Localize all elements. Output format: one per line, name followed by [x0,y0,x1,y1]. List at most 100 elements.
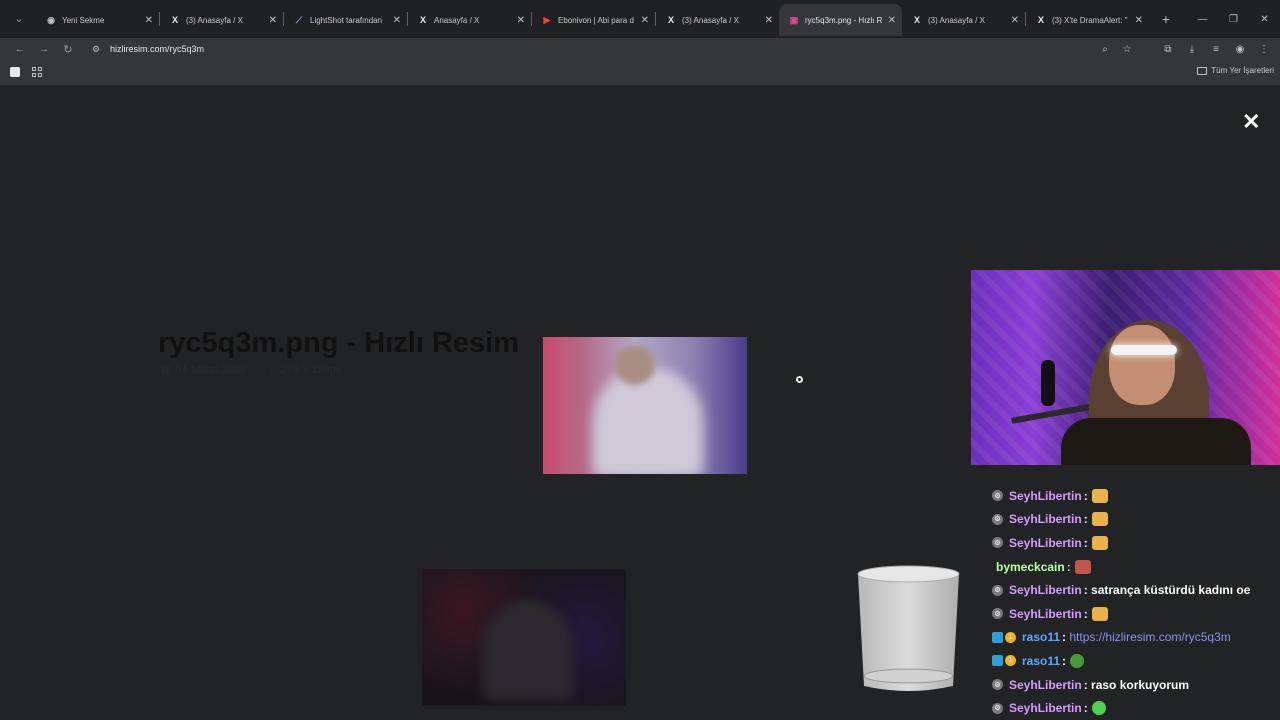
zoom-icon[interactable]: ⌕ [1094,44,1116,55]
browser-tab[interactable]: ▶ Ebonivon | Abi para d ✕ [532,5,655,35]
tab-title: (3) Anasayfa / X [186,15,243,25]
chat-separator: : [1066,559,1071,574]
download-icon[interactable]: ⤓ [1180,44,1204,55]
chat-username: SeyhLibertin [1009,512,1082,527]
browser-tab[interactable]: ▣ ryc5q3m.png - Hızlı R ✕ [779,4,902,36]
new-tab-button[interactable]: + [1155,11,1177,27]
tab-close-icon[interactable]: ✕ [393,15,401,26]
laugh-emote-icon [1091,512,1108,527]
tab-title: (3) Anasayfa / X [682,15,739,25]
tab-close-icon[interactable]: ✕ [1011,15,1019,26]
feather-icon: ⟋ [295,14,303,25]
chat-separator: : [1062,653,1067,668]
laugh-emote-icon [1091,488,1108,503]
tab-close-icon[interactable]: ✕ [641,15,649,26]
tab-close-icon[interactable]: ✕ [765,15,773,26]
blurred-head [615,345,655,385]
tab-title: ryc5q3m.png - Hızlı R [805,15,883,25]
all-bookmarks-button[interactable]: Tüm Yer İşaretleri [1197,66,1274,75]
minimize-icon[interactable]: — [1187,0,1218,38]
media-controls-icon[interactable]: ≡ [1204,44,1228,55]
address-bar[interactable]: ⚙ hizliresim.com/ryc5q3m ⌕ ☆ [86,39,1144,59]
tab-title: (3) Anasayfa / X [928,15,985,25]
image-dimensions: ⌞ 279 × 189px [270,364,342,376]
apps-grid-icon[interactable] [32,67,42,77]
chat-message: ⚙ SeyhLibertin : [992,696,1280,720]
close-window-icon[interactable]: ✕ [1249,0,1280,38]
stream-chat: ⚙ SeyhLibertin : ⚙ SeyhLibertin : ⚙ SeyhLiber… [992,484,1280,720]
image-date: ▦ 04 Nisan 2026 [160,364,247,376]
streamer-face [1109,325,1175,405]
tab-close-icon[interactable]: ✕ [145,15,153,26]
x-icon: X [667,15,674,25]
chat-separator: : [1083,488,1088,503]
tab-close-icon[interactable]: ✕ [517,15,525,26]
mouse-cursor-icon [796,376,803,383]
x-icon: X [1037,15,1044,25]
globe-emote-icon [1070,653,1085,668]
browser-tab[interactable]: X (3) X'te DramaAlert: " ✕ [1026,5,1149,35]
chat-message: ⚙ SeyhLibertin : [992,531,1280,555]
tab-close-icon[interactable]: ✕ [1135,15,1143,26]
laugh-emote-icon [1091,606,1108,621]
bookmark-app-icon[interactable] [10,67,20,77]
tab-title: Yeni Sekme [62,15,105,25]
glass-cup-image [857,565,960,691]
tab-search-button[interactable]: ⌄ [8,8,30,30]
bookmark-star-icon[interactable]: ☆ [1116,44,1138,55]
x-icon: X [419,15,426,25]
back-icon[interactable]: ← [8,43,32,55]
lightbox-close-icon[interactable]: ✕ [1242,109,1260,135]
extensions-icon[interactable]: ⧉ [1156,44,1180,55]
streamer-shirt [1061,418,1251,465]
browser-tab[interactable]: X Anasayfa / X ✕ [408,5,531,35]
browser-tab[interactable]: X (3) Anasayfa / X ✕ [656,5,779,35]
forward-icon[interactable]: → [32,43,56,55]
chat-username: raso11 [1022,630,1061,645]
url-text[interactable]: hizliresim.com/ryc5q3m [110,44,204,54]
chat-username: raso11 [1022,653,1061,668]
dark-thumbnail[interactable] [422,569,626,706]
restore-icon[interactable]: ❐ [1218,0,1249,38]
green-emote-icon [1091,701,1106,716]
x-icon: X [171,15,178,25]
chevron-down-icon: ⌄ [14,13,24,25]
gear-badge-icon: ⚙ [992,537,1003,549]
face-emote-icon [1074,559,1091,574]
dark-figure [483,600,573,700]
chat-separator: : [1083,512,1088,527]
browser-toolbar: ← → ↻ ⚙ hizliresim.com/ryc5q3m ⌕ ☆ ⧉ ⤓ ≡… [0,38,1280,60]
chat-message: ⚙ SeyhLibertin : [992,484,1280,508]
browser-tab[interactable]: ◉ Yeni Sekme ✕ [36,5,159,35]
chat-text: satrança küstürdü kadını oe [1087,583,1251,598]
browser-tab[interactable]: X (3) Anasayfa / X ✕ [902,5,1025,35]
site-info-icon[interactable]: ⚙ [92,44,106,55]
chat-message: ⚙ SeyhLibertin : [992,508,1280,532]
tab-title: Anasayfa / X [434,15,480,25]
bookmarks-bar: Tüm Yer İşaretleri [0,60,1280,86]
gear-badge-icon: ⚙ [992,608,1003,620]
tab-close-icon[interactable]: ✕ [269,15,277,26]
browser-tab[interactable]: ⟋ LightShot tarafından ✕ [284,5,407,35]
gear-badge-icon: ⚙ [992,490,1003,502]
menu-icon[interactable]: ⋮ [1252,44,1276,55]
coin-badge-icon: 1 [1005,631,1016,643]
chat-message: ⚙ SeyhLibertin : satrança küstürdü kadını… [992,578,1280,602]
browser-tab[interactable]: X (3) Anasayfa / X ✕ [160,5,283,35]
youtube-icon: ▶ [543,14,551,25]
calendar-icon: ▦ [160,364,171,376]
microphone [1041,360,1055,406]
chat-message: bymeckcain : [992,555,1280,579]
tab-close-icon[interactable]: ✕ [888,15,896,26]
preview-image[interactable] [543,337,747,474]
reload-icon[interactable]: ↻ [56,43,80,56]
ruler-icon: ⌞ [270,364,276,376]
tab-title: (3) X'te DramaAlert: " [1052,15,1128,25]
chat-message: 1 raso11 : https://hizliresim.com/ryc5q3m [992,626,1280,650]
chat-link[interactable]: https://hizliresim.com/ryc5q3m [1066,630,1230,644]
chat-username: SeyhLibertin [1009,583,1082,598]
profile-icon[interactable]: ◉ [1228,44,1252,55]
cube-badge-icon [992,655,1003,667]
chat-text: raso korkuyorum [1087,677,1190,692]
chat-separator: : [1083,606,1088,621]
